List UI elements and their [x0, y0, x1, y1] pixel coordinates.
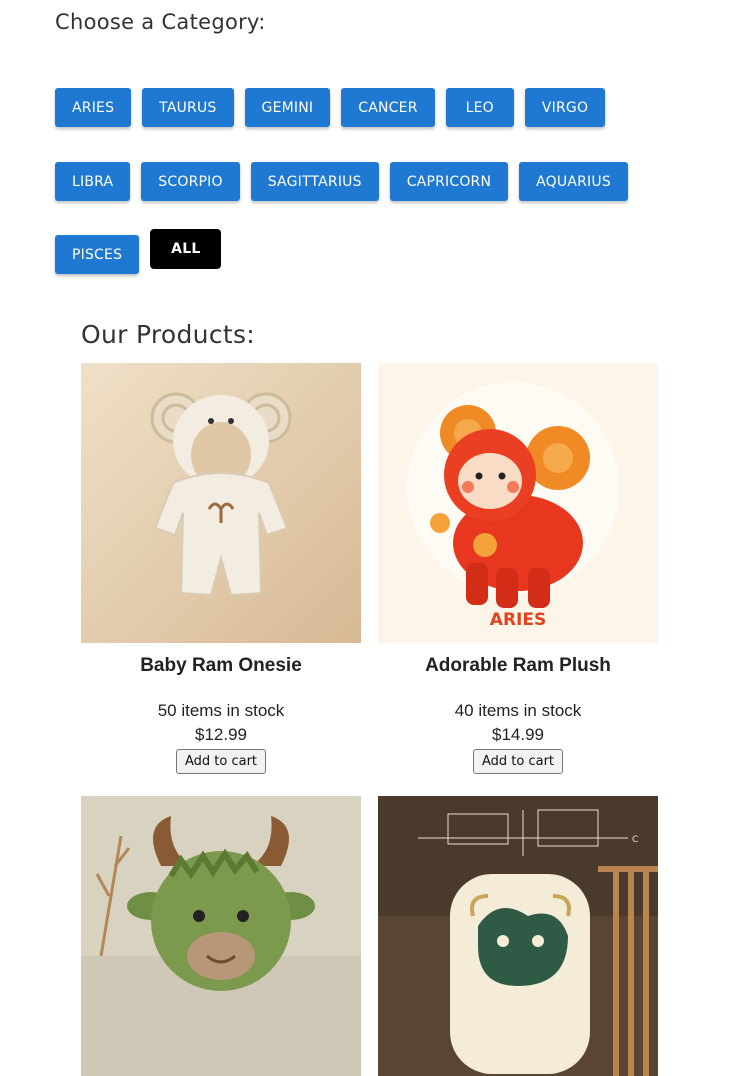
category-row-2: LIBRA SCORPIO SAGITTARIUS CAPRICORN AQUA… — [55, 162, 628, 201]
category-button-aquarius[interactable]: AQUARIUS — [519, 162, 628, 201]
category-button-leo[interactable]: LEO — [445, 88, 514, 127]
category-row-1: ARIES TAURUS GEMINI CANCER LEO VIRGO — [55, 88, 606, 127]
category-button-aries[interactable]: ARIES — [55, 88, 132, 127]
product-image-bull-plush[interactable] — [81, 796, 361, 1076]
product-card: ARIES Adorable Ram Plush 40 items in sto… — [378, 363, 658, 774]
category-button-all[interactable]: ALL — [150, 229, 222, 269]
category-button-pisces[interactable]: PISCES — [55, 235, 140, 274]
product-stock: 50 items in stock — [157, 701, 285, 720]
product-card — [81, 796, 361, 1076]
add-to-cart-button[interactable]: Add to cart — [472, 749, 564, 774]
product-image-ram-plush[interactable]: ARIES — [378, 363, 658, 643]
product-name: Baby Ram Onesie — [140, 655, 302, 676]
category-heading: Choose a Category: — [55, 10, 266, 34]
product-price: $12.99 — [195, 725, 247, 744]
category-button-sagittarius[interactable]: SAGITTARIUS — [250, 162, 379, 201]
category-row-3: PISCES ALL — [55, 229, 222, 274]
svg-text:C: C — [632, 835, 638, 845]
product-image-caption: ARIES — [490, 610, 546, 630]
category-button-scorpio[interactable]: SCORPIO — [141, 162, 240, 201]
products-heading: Our Products: — [81, 320, 256, 349]
product-price: $14.99 — [492, 725, 544, 744]
product-image-onesie[interactable] — [81, 363, 361, 643]
category-button-virgo[interactable]: VIRGO — [524, 88, 606, 127]
category-button-gemini[interactable]: GEMINI — [244, 88, 331, 127]
product-card: Baby Ram Onesie 50 items in stock $12.99… — [81, 363, 361, 774]
product-name: Adorable Ram Plush — [425, 655, 611, 676]
product-card: C — [378, 796, 658, 1076]
category-button-taurus[interactable]: TAURUS — [142, 88, 234, 127]
product-stock: 40 items in stock — [454, 701, 582, 720]
category-button-capricorn[interactable]: CAPRICORN — [389, 162, 509, 201]
add-to-cart-button[interactable]: Add to cart — [175, 749, 267, 774]
product-image-taurus-lamp[interactable]: C — [378, 796, 658, 1076]
category-button-libra[interactable]: LIBRA — [55, 162, 131, 201]
category-button-cancer[interactable]: CANCER — [341, 88, 435, 127]
